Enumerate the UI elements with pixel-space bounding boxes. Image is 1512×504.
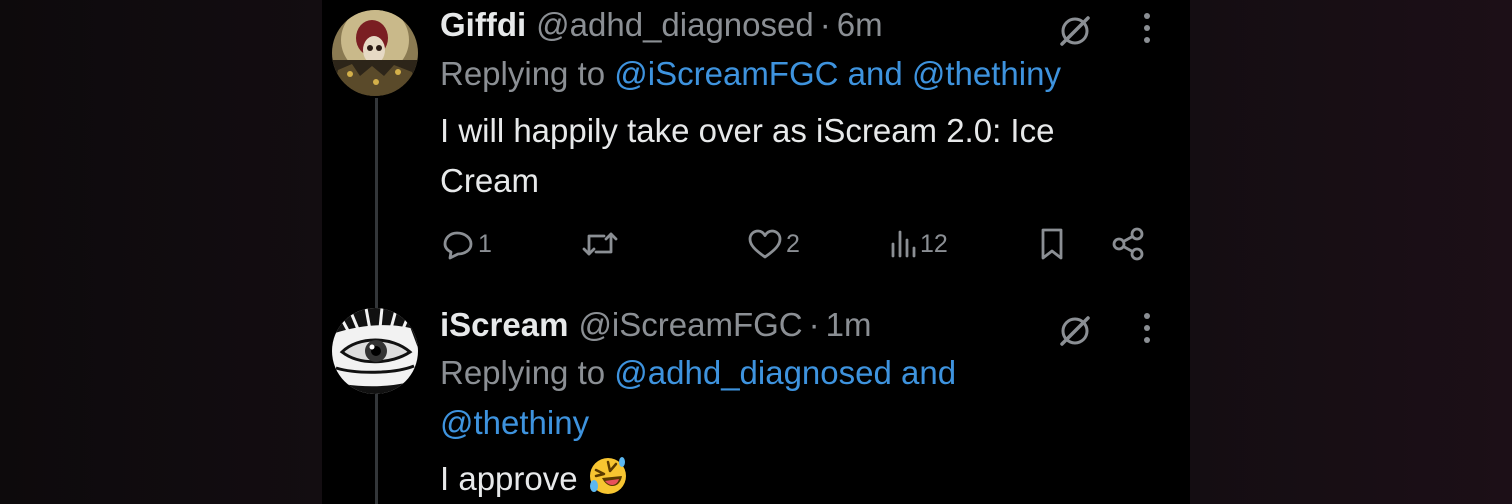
views-button[interactable]: 12 [888,222,948,266]
like-count: 2 [786,229,800,258]
background-left [0,0,322,504]
replying-to-label: Replying to [440,55,606,92]
mention-adhd-diagnosed[interactable]: @adhd_diagnosed [614,354,892,391]
replying-to: Replying to @iScreamFGC and @thethiny [440,49,1160,99]
tweet-text: I approve [440,454,1170,504]
more-icon[interactable] [1134,310,1160,346]
background-right [1190,0,1512,504]
grok-icon[interactable] [1058,314,1092,348]
tweet-thread-panel: Giffdi @adhd_diagnosed · 6m Replying to … [322,0,1190,504]
reply-button[interactable]: 1 [440,222,492,266]
tweet-text-line: I will happily take over as iScream 2.0:… [440,112,1055,149]
action-bar: 1 2 12 [440,222,1160,266]
replying-to-label: Replying to [440,354,606,391]
tweet-header: iScream @iScreamFGC · 1m [440,304,871,346]
share-button[interactable] [1110,222,1146,266]
tweet-iscream[interactable]: iScream @iScreamFGC · 1m Replying to @ad… [322,300,1190,504]
share-icon [1112,227,1144,261]
retweet-button[interactable] [580,222,622,266]
timestamp[interactable]: 1m [826,304,872,346]
mention-iscreamfgc[interactable]: @iScreamFGC [614,55,838,92]
mention-and: and [847,55,903,92]
views-icon [891,230,916,258]
display-name[interactable]: iScream [440,304,568,346]
user-handle[interactable]: @adhd_diagnosed [536,4,814,46]
retweet-icon [582,232,618,256]
view-count: 12 [920,229,948,258]
tweet-giffdi[interactable]: Giffdi @adhd_diagnosed · 6m Replying to … [322,0,1190,280]
mention-thethiny[interactable]: @thethiny [440,404,589,441]
bookmark-button[interactable] [1036,222,1068,266]
replying-to: Replying to @adhd_diagnosed and @thethin… [440,348,1160,448]
display-name[interactable]: Giffdi [440,4,526,46]
reply-count: 1 [478,229,492,258]
tweet-text: I will happily take over as iScream 2.0:… [440,106,1170,206]
reply-icon [443,231,473,260]
more-icon[interactable] [1134,10,1160,46]
like-icon [748,229,782,259]
avatar-iscream[interactable] [332,308,418,394]
bookmark-icon [1041,228,1063,260]
mention-and: and [901,354,957,391]
user-handle[interactable]: @iScreamFGC [578,304,802,346]
timestamp[interactable]: 6m [837,4,883,46]
tweet-text-line: I approve [440,460,578,497]
tweet-header: Giffdi @adhd_diagnosed · 6m [440,4,883,46]
mention-thethiny[interactable]: @thethiny [912,55,1061,92]
grok-icon[interactable] [1058,14,1092,48]
tweet-text-line: Cream [440,162,540,199]
separator-dot: · [819,6,831,43]
rofl-emoji-icon [586,454,630,498]
avatar-giffdi[interactable] [332,10,418,96]
separator-dot: · [808,306,820,343]
like-button[interactable]: 2 [746,222,800,266]
